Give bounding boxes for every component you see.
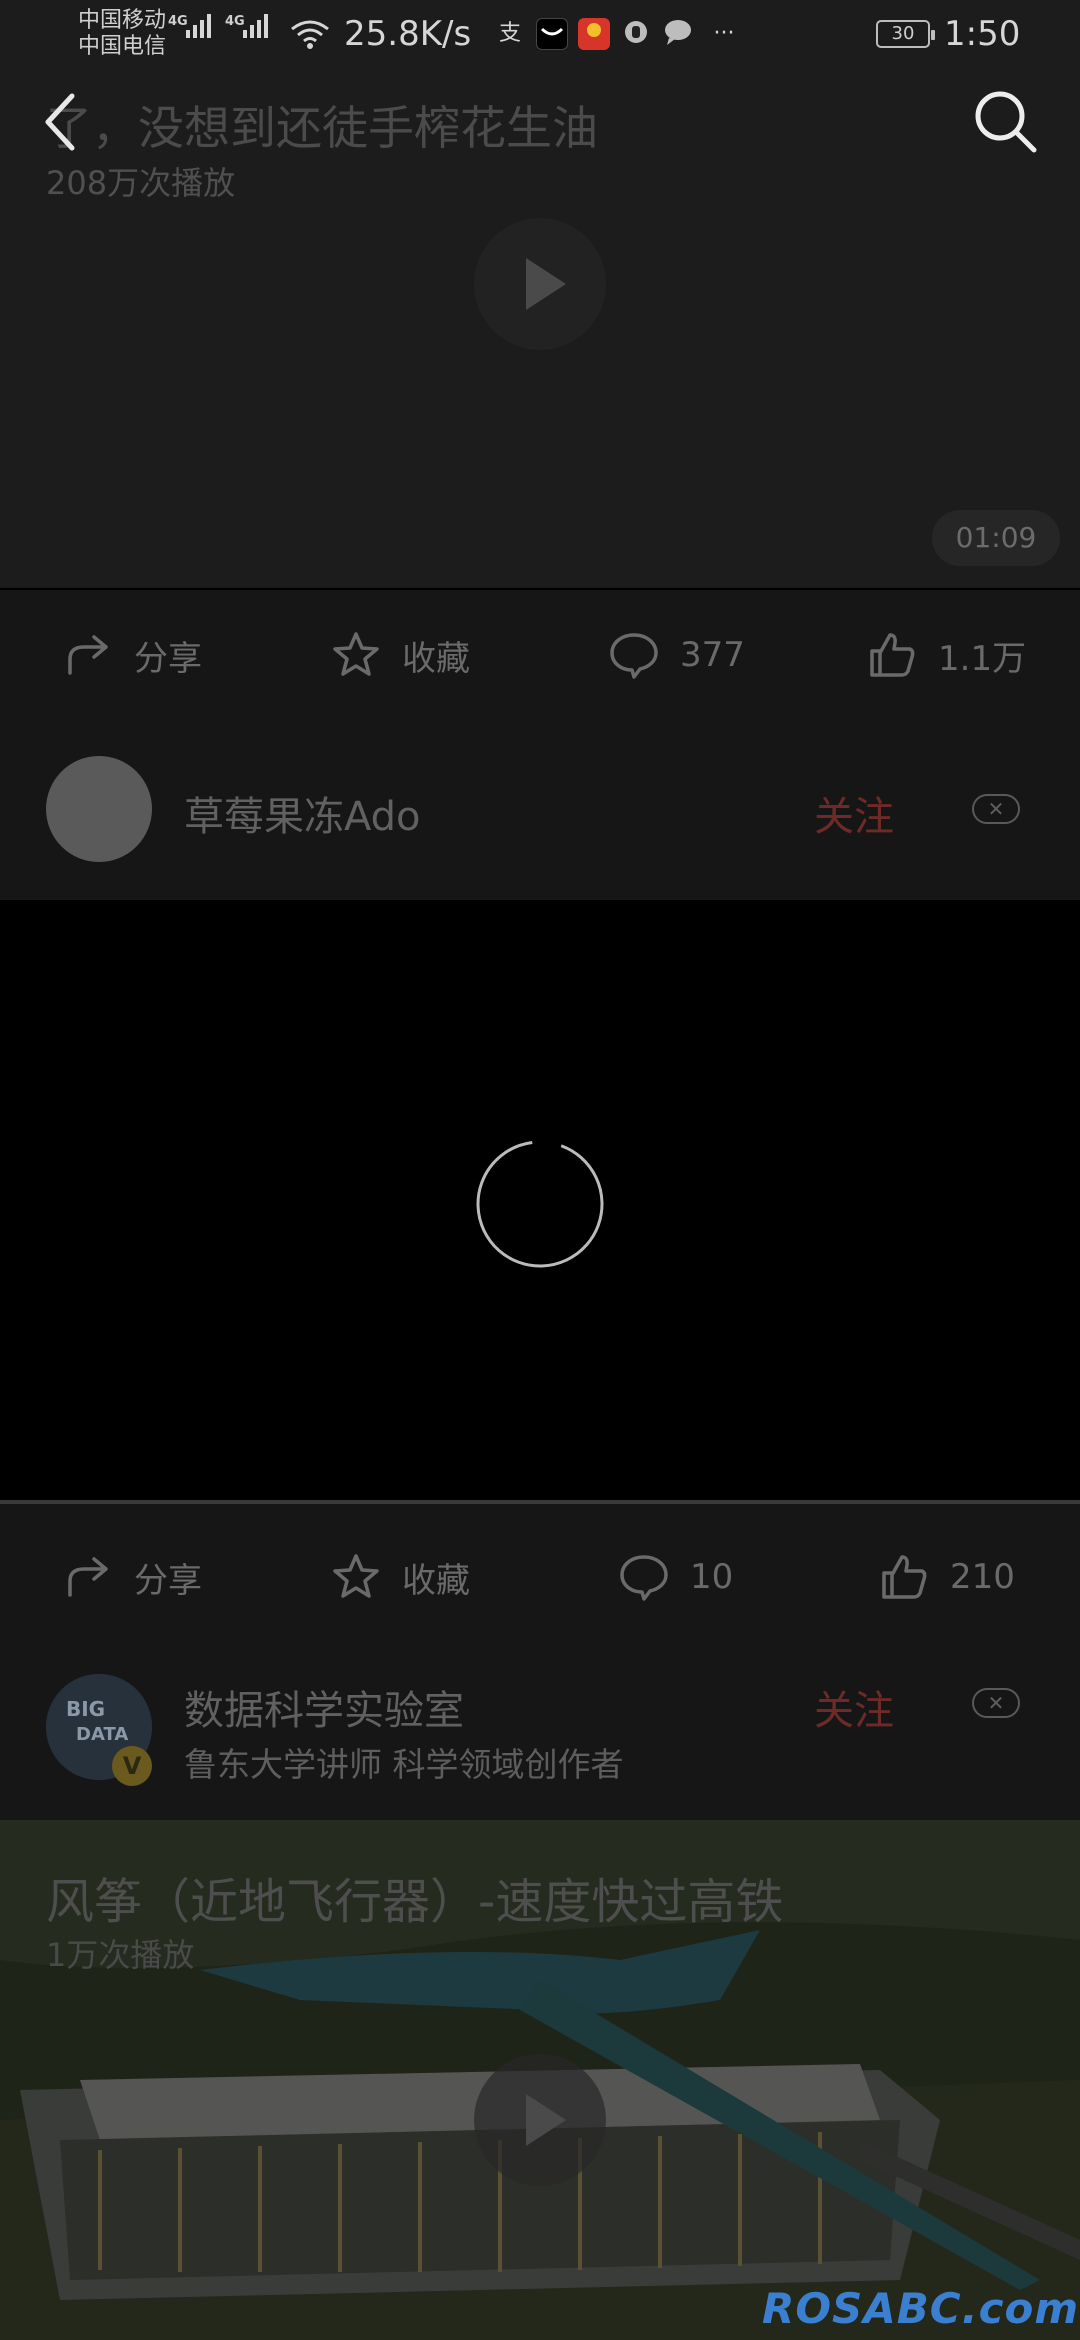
status-bar: 中国移动 中国电信 4G 4G 25.8K/s 支 ··· 30 1:50 [0,0,1080,72]
dismiss-button[interactable]: ✕ [972,1688,1020,1718]
share-button[interactable]: 分享 [62,1504,202,1650]
wifi-icon [291,20,329,49]
avatar[interactable] [46,756,152,862]
share-label: 分享 [134,1560,202,1601]
comment-button[interactable]: 377 [608,590,745,720]
star-icon [333,1554,379,1598]
author-name[interactable]: 数据科学实验室 [184,1678,464,1736]
back-button[interactable] [30,86,90,156]
video-duration: 01:09 [932,510,1060,566]
hand-icon [620,18,652,50]
like-button[interactable]: 210 [878,1504,1015,1650]
like-count: 1.1万 [938,638,1027,679]
comment-count: 377 [680,635,745,675]
signal-icon: 4G [168,14,211,38]
comment-icon [620,1555,668,1601]
author-row: BIG DATA V 数据科学实验室 鲁东大学讲师 科学领域创作者 关注 ✕ [0,1650,1080,1820]
video-title[interactable]: 风筝（近地飞行器）-速度快过高铁 [46,1862,783,1932]
app-icon-face [536,18,568,50]
message-icon [662,18,694,50]
action-bar: 分享 收藏 377 1.1万 [0,590,1080,720]
share-icon [68,1557,108,1597]
star-icon [333,632,379,676]
network-speed: 25.8K/s [344,14,472,54]
comment-button[interactable]: 10 [618,1504,733,1650]
app-icon-red [578,18,610,50]
video-title[interactable]: 了，没想到还徒手榨花生油 [46,92,598,158]
author-row: 草莓果冻Ado 关注 ✕ [0,720,1080,900]
battery-icon: 30 [876,20,935,48]
watermark: ROSABC.com [762,2284,1080,2333]
verified-badge: V [112,1746,152,1786]
thumbs-up-icon [870,633,915,677]
favorite-button[interactable]: 收藏 [330,590,470,720]
close-icon: ✕ [987,1691,1005,1715]
page: 了，没想到还徒手榨花生油 208万次播放 01:09 中国移动 中国电信 4G … [0,0,1080,2340]
loading-spinner-icon [476,1140,604,1268]
favorite-label: 收藏 [402,1560,470,1601]
play-button[interactable] [474,2054,606,2186]
view-count: 208万次播放 [46,164,236,202]
carrier-2: 中国电信 [78,34,167,59]
like-count: 210 [950,1557,1015,1597]
close-icon: ✕ [987,797,1005,821]
avatar-text-1: BIG [66,1697,105,1721]
search-icon [975,91,1037,153]
alipay-icon: 支 [498,21,521,46]
chevron-left-icon [45,93,75,151]
share-button[interactable]: 分享 [62,590,202,720]
signal-indicators: 4G 4G [168,14,268,38]
clock: 1:50 [944,14,1021,54]
notification-icons: 支 ··· [494,18,744,50]
share-label: 分享 [134,638,202,679]
author-name[interactable]: 草莓果冻Ado [184,784,421,842]
network-type-2: 4G [225,14,245,29]
favorite-label: 收藏 [402,638,470,679]
avatar-text-2: DATA [76,1724,128,1745]
network-type-1: 4G [168,14,188,29]
like-button[interactable]: 1.1万 [866,590,1026,720]
share-icon [68,635,108,675]
comment-count: 10 [690,1557,734,1597]
action-bar: 分享 收藏 10 210 [0,1504,1080,1650]
favorite-button[interactable]: 收藏 [330,1504,470,1650]
thumbs-up-icon [882,1555,927,1599]
play-button[interactable] [474,218,606,350]
dismiss-button[interactable]: ✕ [972,794,1020,824]
more-icon: ··· [713,21,735,46]
follow-button[interactable]: 关注 [814,1678,894,1736]
comment-icon [610,633,658,679]
carrier-1: 中国移动 [78,8,167,33]
view-count: 1万次播放 [46,1936,195,1974]
carrier-labels: 中国移动 中国电信 [78,8,166,60]
search-button[interactable] [970,86,1040,156]
signal-icon: 4G [225,14,268,38]
author-description: 鲁东大学讲师 科学领域创作者 [184,1745,624,1784]
follow-button[interactable]: 关注 [814,784,894,842]
